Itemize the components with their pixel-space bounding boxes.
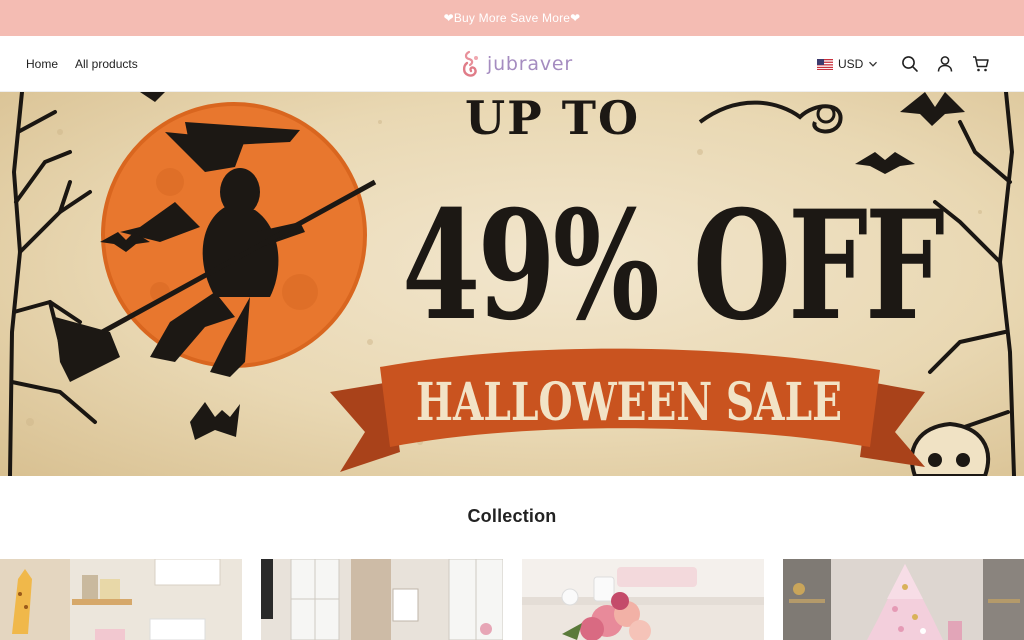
flowers-image: [522, 559, 764, 640]
collection-card-christmas-tree[interactable]: [783, 559, 1024, 640]
hero-banner[interactable]: UP TO 49% OFF HALLOWEEN SALE: [0, 92, 1024, 476]
right-tree: [928, 92, 1016, 476]
search-icon[interactable]: [901, 55, 919, 73]
collection-card-nursery[interactable]: [0, 559, 242, 640]
currency-selector[interactable]: USD: [817, 36, 878, 92]
collection-card-flowers[interactable]: [522, 559, 764, 640]
cart-icon[interactable]: [972, 55, 990, 73]
window-room-image: [261, 559, 503, 640]
left-tree: [8, 92, 97, 476]
nav-all-products-link[interactable]: All products: [75, 57, 138, 71]
halloween-sale-artwork: UP TO 49% OFF HALLOWEEN SALE: [8, 92, 1016, 476]
nav-home-link[interactable]: Home: [26, 57, 58, 71]
collection-title: Collection: [467, 506, 557, 526]
store-logo[interactable]: jubraver: [461, 48, 573, 80]
account-icon[interactable]: [936, 55, 954, 73]
us-flag-icon: [817, 58, 833, 70]
skull-shape: [909, 421, 991, 476]
hero-ribbon-text: HALLOWEEN SALE: [416, 372, 842, 433]
collection-card-window-room[interactable]: [261, 559, 503, 640]
announcement-bar: ❤Buy More Save More❤: [0, 0, 1024, 36]
logo-mark-icon: [462, 50, 478, 77]
site-header: Home All products jubraver USD: [0, 36, 1024, 92]
christmas-tree-image: [783, 559, 1024, 640]
currency-label: USD: [838, 57, 864, 71]
announcement-text: ❤Buy More Save More❤: [443, 11, 581, 25]
chevron-down-icon: [869, 61, 878, 67]
nursery-image: [0, 559, 242, 640]
collection-grid: [0, 559, 1024, 640]
logo-text: jubraver: [487, 53, 573, 75]
hero-line1: UP TO: [465, 92, 640, 145]
hero-line2: 49% OFF: [402, 178, 944, 354]
main-nav: Home All products: [26, 36, 138, 92]
